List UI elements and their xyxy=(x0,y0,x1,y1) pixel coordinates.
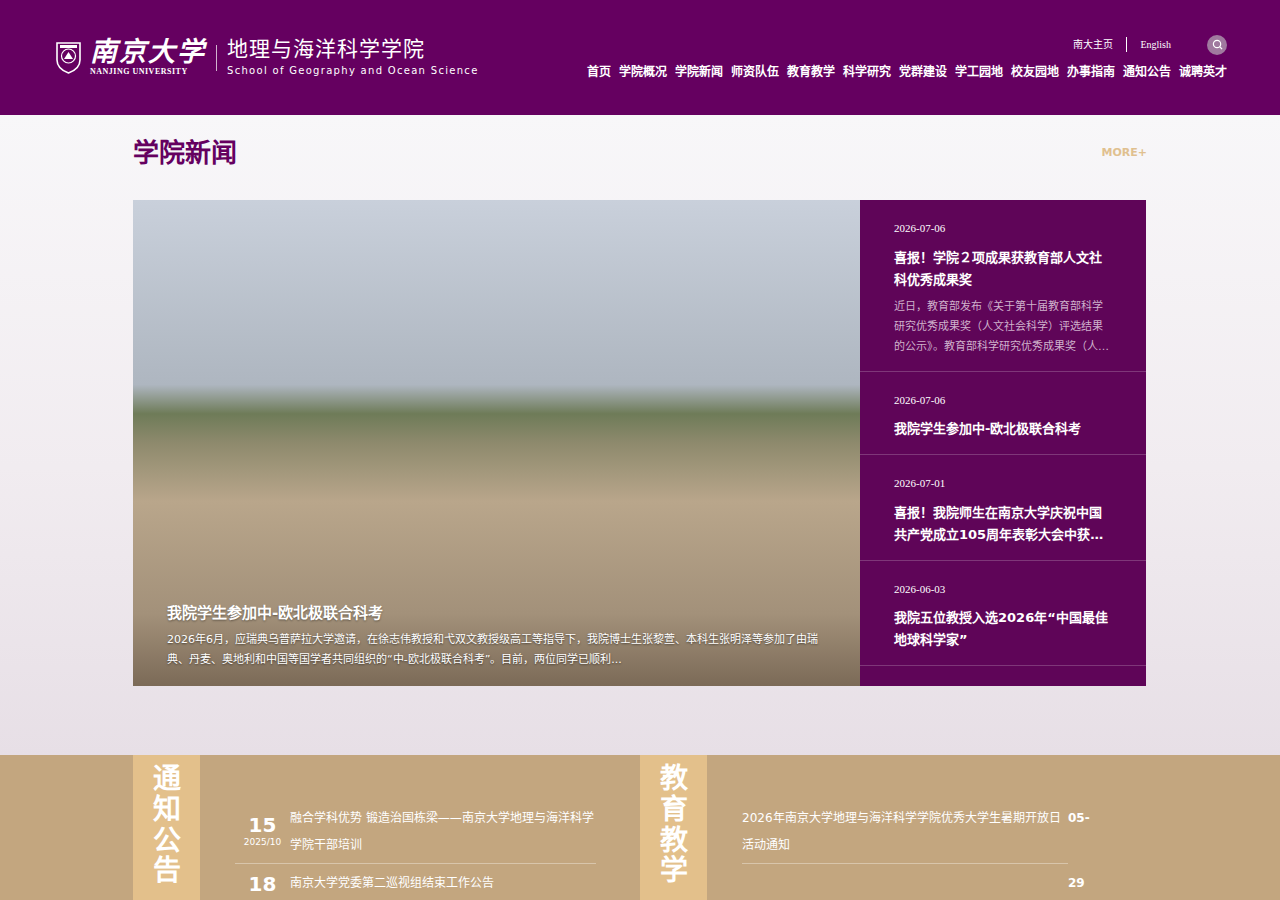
education-item[interactable]: 29 xyxy=(742,870,1090,897)
top-link[interactable]: 南大主页 xyxy=(1060,37,1126,52)
news-item[interactable]: 2026-07-01 喜报！我院师生在南京大学庆祝中国共产党成立105周年表彰大会… xyxy=(860,455,1146,561)
nav-item[interactable]: 诚聘英才 xyxy=(1179,63,1227,81)
education-panel: 教育教学2026年南京大学地理与海洋科学学院优秀大学生暑期开放日活动通知05-2… xyxy=(640,755,1090,900)
notices-panel: 通知公告 152025/10融合学科优势 锻造治国栋梁——南京大学地理与海洋科学学… xyxy=(133,755,596,900)
notice-day: 15 xyxy=(235,814,290,836)
notices-title: 通知公告 xyxy=(153,764,181,898)
top-link[interactable]: English xyxy=(1126,37,1184,52)
nav-item[interactable]: 党群建设 xyxy=(899,63,947,81)
main-nav: 首页学院概况学院新闻师资队伍教育教学科学研究党群建设学工园地校友园地办事指南通知… xyxy=(587,63,1227,81)
news-summary: 近日，教育部发布《关于第十届教育部科学研究优秀成果奖（人文社会科学）评选结果的公… xyxy=(894,297,1112,357)
notice-title[interactable]: 南京大学党委第二巡视组结束工作公告 xyxy=(290,870,494,897)
news-date: 2026-07-06 xyxy=(894,392,1112,409)
news-title[interactable]: 喜报！学院２项成果获教育部人文社科优秀成果奖 xyxy=(894,247,1112,291)
school-name-en: School of Geography and Ocean Science xyxy=(227,63,479,78)
notice-item[interactable]: 18南京大学党委第二巡视组结束工作公告 xyxy=(235,870,596,900)
education-item[interactable]: 2026年南京大学地理与海洋科学学院优秀大学生暑期开放日活动通知05- xyxy=(742,805,1090,870)
search-button[interactable] xyxy=(1207,35,1227,55)
news-date: 2026-07-06 xyxy=(894,220,1112,237)
education-date: 29 xyxy=(1068,870,1090,897)
nav-item[interactable]: 校友园地 xyxy=(1011,63,1059,81)
education-title: 教育教学 xyxy=(660,764,688,898)
featured-summary: 2026年6月，应瑞典乌普萨拉大学邀请，在徐志伟教授和弋双文教授级高工等指导下，… xyxy=(167,630,826,670)
notice-day: 18 xyxy=(235,873,290,895)
nav-item[interactable]: 教育教学 xyxy=(787,63,835,81)
nav-item[interactable]: 学工园地 xyxy=(955,63,1003,81)
nav-item[interactable]: 办事指南 xyxy=(1067,63,1115,81)
news-item[interactable]: 2026-07-06 喜报！学院２项成果获教育部人文社科优秀成果奖近日，教育部发布… xyxy=(860,200,1146,372)
news-title[interactable]: 我院学生参加中-欧北极联合科考 xyxy=(894,418,1112,440)
school-logo[interactable]: 南京大学NANJING UNIVERSITY 地理与海洋科学学院School of… xyxy=(55,37,479,79)
school-name: 地理与海洋科学学院 xyxy=(227,37,479,62)
notice-title[interactable]: 融合学科优势 锻造治国栋梁——南京大学地理与海洋科学学院干部培训 xyxy=(290,805,596,859)
more-link[interactable]: MORE+ xyxy=(1102,145,1148,162)
featured-news[interactable]: 我院学生参加中-欧北极联合科考 2026年6月，应瑞典乌普萨拉大学邀请，在徐志伟教… xyxy=(133,200,860,686)
nav-item[interactable]: 科学研究 xyxy=(843,63,891,81)
education-title-text[interactable]: 2026年南京大学地理与海洋科学学院优秀大学生暑期开放日活动通知 xyxy=(742,805,1068,864)
news-date: 2026-07-01 xyxy=(894,475,1112,492)
featured-title[interactable]: 我院学生参加中-欧北极联合科考 xyxy=(167,602,826,625)
nav-item[interactable]: 首页 xyxy=(587,63,611,81)
university-name: 南京大学 xyxy=(90,37,206,67)
nav-item[interactable]: 通知公告 xyxy=(1123,63,1171,81)
nav-item[interactable]: 学院新闻 xyxy=(675,63,723,81)
nav-item[interactable]: 师资队伍 xyxy=(731,63,779,81)
section-title: 学院新闻 xyxy=(133,136,237,170)
news-title[interactable]: 喜报！我院师生在南京大学庆祝中国共产党成立105周年表彰大会中获… xyxy=(894,502,1112,546)
news-item[interactable]: 2026-06-03 我院五位教授入选2026年“中国最佳地球科学家” xyxy=(860,561,1146,667)
news-date: 2026-06-03 xyxy=(894,581,1112,598)
university-name-en: NANJING UNIVERSITY xyxy=(90,66,206,78)
notice-month: 2025/10 xyxy=(235,836,290,850)
news-title[interactable]: 我院五位教授入选2026年“中国最佳地球科学家” xyxy=(894,607,1112,651)
university-emblem-icon xyxy=(55,41,82,74)
search-icon xyxy=(1212,39,1223,50)
nav-item[interactable]: 学院概况 xyxy=(619,63,667,81)
news-item[interactable]: 2026-07-06 我院学生参加中-欧北极联合科考 xyxy=(860,372,1146,456)
education-date: 05- xyxy=(1068,805,1090,832)
news-list: 2026-07-06 喜报！学院２项成果获教育部人文社科优秀成果奖近日，教育部发布… xyxy=(860,200,1146,686)
notice-item[interactable]: 152025/10融合学科优势 锻造治国栋梁——南京大学地理与海洋科学学院干部培… xyxy=(235,805,596,864)
